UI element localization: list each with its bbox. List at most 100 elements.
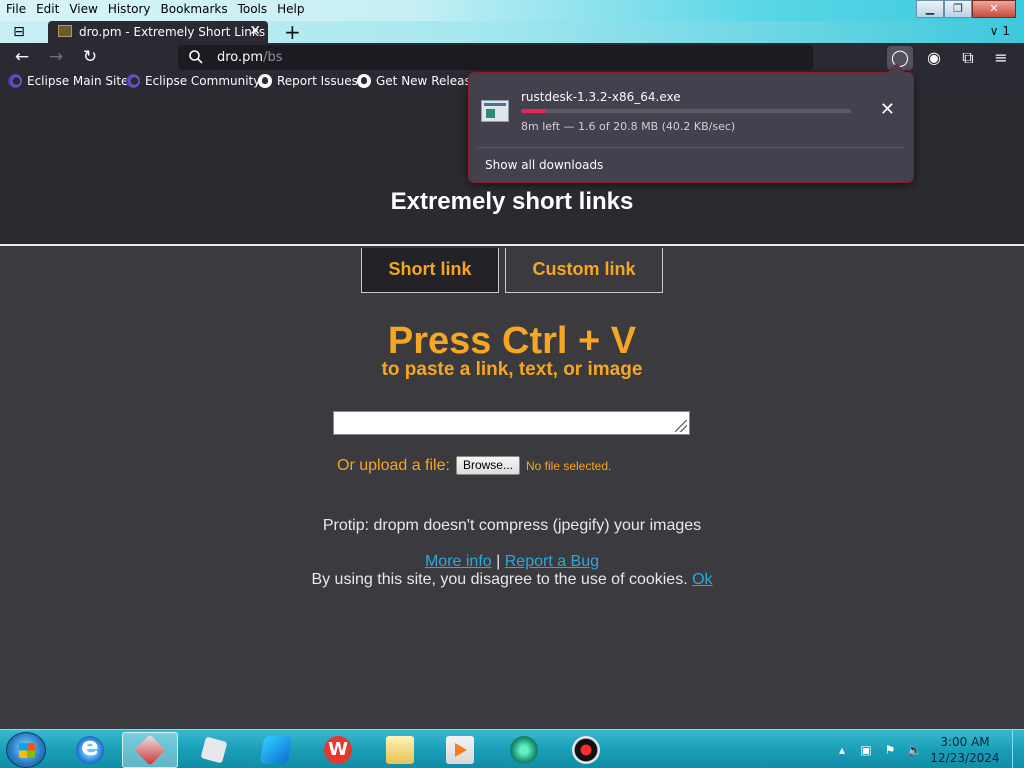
- extensions-icon[interactable]: ⧉: [955, 46, 981, 70]
- internet-explorer-icon[interactable]: [62, 732, 118, 768]
- screen-recorder-icon[interactable]: [558, 732, 614, 768]
- show-desktop-button[interactable]: [1012, 730, 1024, 768]
- protip-text: Protip: dropm doesn't compress (jpegify)…: [322, 517, 702, 534]
- download-progress-fill: [521, 109, 547, 113]
- clock-time: 3:00 AM: [940, 734, 990, 749]
- more-info-link[interactable]: More info: [425, 553, 492, 570]
- show-all-downloads-button[interactable]: Show all downloads: [485, 158, 603, 172]
- tab-strip: ⊟ dro.pm - Extremely Short Links ✕ + ∨ 1: [0, 21, 1024, 43]
- link-separator: |: [496, 553, 501, 570]
- taskbar: ▴ ▣ ⚑ 🔈 3:00 AM 12/23/2024: [0, 729, 1024, 768]
- window-controls: ▁ ❐ ✕: [916, 0, 1016, 18]
- recorder-glyph: [572, 736, 600, 764]
- bookmark-label: Eclipse Community: [145, 74, 261, 88]
- close-icon[interactable]: ✕: [972, 0, 1016, 18]
- page-content: dr Extremely short links Short link Cust…: [0, 93, 1024, 729]
- file-explorer-icon[interactable]: [372, 732, 428, 768]
- file-upload-row: Or upload a file: Browse... No file sele…: [337, 456, 611, 475]
- menu-tools[interactable]: Tools: [238, 2, 268, 16]
- back-icon[interactable]: ←: [11, 47, 33, 69]
- browse-button[interactable]: Browse...: [455, 456, 520, 475]
- footer-links: More info | Report a Bug: [0, 553, 1024, 571]
- downloads-panel: rustdesk-1.3.2-x86_64.exe 8m left — 1.6 …: [468, 72, 914, 183]
- menu-items: File Edit View History Bookmarks Tools H…: [6, 2, 305, 16]
- show-hidden-icons-icon[interactable]: ▴: [835, 743, 849, 757]
- url-text: dro.pm/bs: [217, 50, 283, 65]
- download-manager-glyph: [134, 734, 166, 766]
- menu-view[interactable]: View: [69, 2, 97, 16]
- media-glyph: [446, 736, 474, 764]
- roblox-icon[interactable]: [186, 732, 242, 768]
- github-icon: [357, 74, 371, 88]
- new-tab-icon[interactable]: +: [284, 21, 301, 43]
- exe-file-icon: [481, 100, 509, 122]
- bookmark-eclipse-main-site[interactable]: Eclipse Main Site: [8, 74, 128, 88]
- reload-icon[interactable]: ↻: [79, 47, 101, 69]
- menu-bar: File Edit View History Bookmarks Tools H…: [0, 0, 1024, 21]
- volume-icon[interactable]: 🔈: [907, 743, 922, 757]
- link-type-tabs: Short link Custom link: [361, 248, 663, 293]
- download-manager-icon[interactable]: [122, 732, 178, 768]
- minimize-icon[interactable]: ▁: [916, 0, 944, 18]
- tab-custom-link[interactable]: Custom link: [505, 248, 663, 293]
- download-filename[interactable]: rustdesk-1.3.2-x86_64.exe: [521, 90, 681, 104]
- forward-icon[interactable]: →: [45, 47, 67, 69]
- cookie-notice: By using this site, you disagree to the …: [0, 571, 1024, 589]
- ie-glyph: [76, 732, 104, 764]
- system-tray: ▴ ▣ ⚑ 🔈 3:00 AM 12/23/2024: [830, 730, 1024, 768]
- tab-short-link[interactable]: Short link: [361, 248, 499, 293]
- account-icon[interactable]: ◉: [921, 46, 947, 70]
- green-app-icon[interactable]: [496, 732, 552, 768]
- download-progress-bar: [521, 109, 851, 113]
- tab-active[interactable]: dro.pm - Extremely Short Links ✕: [48, 21, 268, 43]
- github-icon: [258, 74, 272, 88]
- cookie-ok-link[interactable]: Ok: [692, 571, 712, 588]
- wps-office-icon[interactable]: [310, 732, 366, 768]
- clock[interactable]: 3:00 AM 12/23/2024: [926, 734, 1004, 766]
- menu-help[interactable]: Help: [277, 2, 304, 16]
- tab-count: 1: [1002, 24, 1010, 38]
- site-tagline: Extremely short links: [390, 188, 634, 215]
- url-host: dro.pm: [217, 50, 264, 65]
- eclipse-icon: [8, 74, 22, 88]
- network-icon[interactable]: ▣: [859, 743, 873, 757]
- list-all-tabs-button[interactable]: ∨ 1: [990, 24, 1010, 38]
- bookmark-label: Eclipse Main Site: [27, 74, 129, 88]
- menu-file[interactable]: File: [6, 2, 26, 16]
- tab-title: dro.pm - Extremely Short Links: [79, 25, 266, 39]
- action-center-flag-icon[interactable]: ⚑: [883, 743, 897, 757]
- url-bar[interactable]: dro.pm/bs: [178, 45, 813, 70]
- paste-heading: Press Ctrl + V: [387, 320, 637, 362]
- app-blue-icon[interactable]: [248, 732, 304, 768]
- wps-glyph: [324, 736, 352, 764]
- bookmark-eclipse-community[interactable]: Eclipse Community: [126, 74, 260, 88]
- clock-date: 12/23/2024: [930, 750, 1000, 765]
- bookmark-label: Report Issues: [277, 74, 358, 88]
- paste-textarea[interactable]: [333, 411, 690, 435]
- file-status: No file selected.: [525, 458, 612, 473]
- report-bug-link[interactable]: Report a Bug: [505, 553, 599, 570]
- eclipse-icon: [126, 74, 140, 88]
- url-path: /bs: [263, 50, 283, 65]
- start-button[interactable]: [6, 732, 46, 768]
- menu-bookmarks[interactable]: Bookmarks: [161, 2, 228, 16]
- site-favicon-icon: [58, 25, 72, 37]
- media-player-icon[interactable]: [432, 732, 488, 768]
- navigation-bar: ← → ↻ dro.pm/bs ◯ ◉ ⧉ ≡: [0, 43, 1024, 72]
- blue-app-glyph: [259, 736, 293, 764]
- tab-manager-icon[interactable]: ⊟: [10, 24, 28, 40]
- download-status: 8m left — 1.6 of 20.8 MB (40.2 KB/sec): [521, 120, 736, 133]
- app-menu-icon[interactable]: ≡: [988, 46, 1014, 70]
- green-app-glyph: [510, 736, 538, 764]
- folder-glyph: [386, 736, 414, 764]
- menu-edit[interactable]: Edit: [36, 2, 59, 16]
- tab-close-icon[interactable]: ✕: [249, 23, 261, 39]
- restore-icon[interactable]: ❐: [944, 0, 972, 18]
- resize-grip-icon[interactable]: [675, 420, 687, 432]
- cookie-text: By using this site, you disagree to the …: [311, 571, 688, 588]
- bookmark-get-new-releases[interactable]: Get New Releases: [357, 74, 484, 88]
- cancel-download-icon[interactable]: ✕: [880, 99, 895, 120]
- paste-subheading: to paste a link, text, or image: [381, 359, 643, 380]
- bookmark-report-issues[interactable]: Report Issues: [258, 74, 358, 88]
- menu-history[interactable]: History: [108, 2, 151, 16]
